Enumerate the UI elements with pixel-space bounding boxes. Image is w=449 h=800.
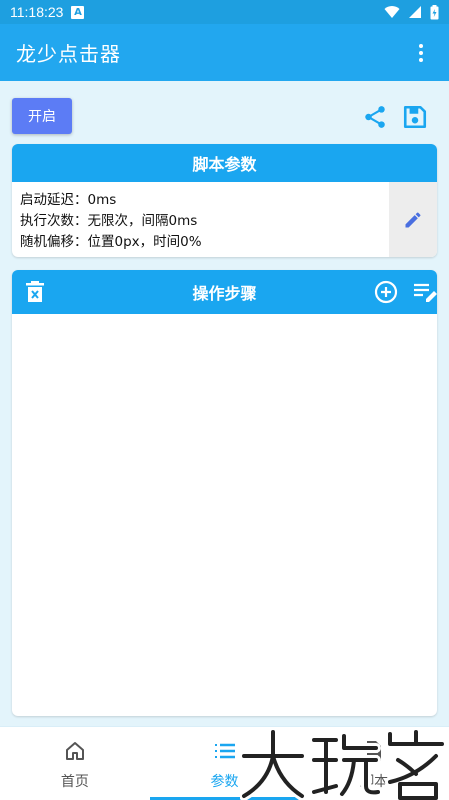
steps-title: 操作步骤 [192, 284, 257, 303]
edit-list-icon[interactable] [412, 280, 437, 304]
more-vert-icon[interactable] [409, 41, 433, 65]
document-icon [367, 741, 382, 761]
nav-label-home: 首页 [60, 774, 89, 790]
wifi-icon [384, 6, 400, 19]
steps-header: 操作步骤 [12, 270, 437, 314]
nav-item-home[interactable]: 首页 [0, 727, 150, 800]
param-random-offset: 随机偏移：位置0px，时间0% [20, 234, 202, 250]
steps-card: 操作步骤 [12, 270, 437, 716]
home-icon [65, 742, 84, 760]
start-button[interactable]: 开启 [12, 98, 72, 134]
battery-icon [430, 4, 439, 19]
list-icon [214, 743, 235, 759]
nav-item-script[interactable]: 脚本 [299, 727, 449, 800]
status-bar: 11:18:23 A [0, 0, 449, 24]
add-circle-icon[interactable] [374, 280, 398, 304]
app-title: 龙少点击器 [16, 42, 121, 66]
cell-signal-icon [409, 6, 421, 18]
nav-item-params[interactable]: 参数 [149, 727, 300, 800]
nav-label-params: 参数 [210, 774, 239, 790]
trash-icon[interactable] [24, 280, 46, 304]
edit-params-button[interactable] [389, 182, 437, 257]
share-icon[interactable] [362, 104, 388, 130]
bottom-nav: 首页 参数 脚本 [0, 726, 449, 800]
app-bar: 龙少点击器 [0, 24, 449, 81]
params-text: 启动延迟：0ms 执行次数：无限次，间隔0ms 随机偏移：位置0px，时间0% [12, 182, 389, 257]
nav-label-script: 脚本 [360, 774, 389, 790]
params-header: 脚本参数 [12, 144, 437, 182]
notification-icon: A [71, 5, 85, 19]
save-icon[interactable] [402, 104, 428, 130]
pencil-icon [405, 211, 421, 227]
param-exec-count: 执行次数：无限次，间隔0ms [20, 213, 198, 229]
script-params-card: 脚本参数 启动延迟：0ms 执行次数：无限次，间隔0ms 随机偏移：位置0px，… [12, 144, 437, 257]
status-time: 11:18:23 [10, 4, 64, 20]
param-start-delay: 启动延迟：0ms [20, 192, 117, 208]
